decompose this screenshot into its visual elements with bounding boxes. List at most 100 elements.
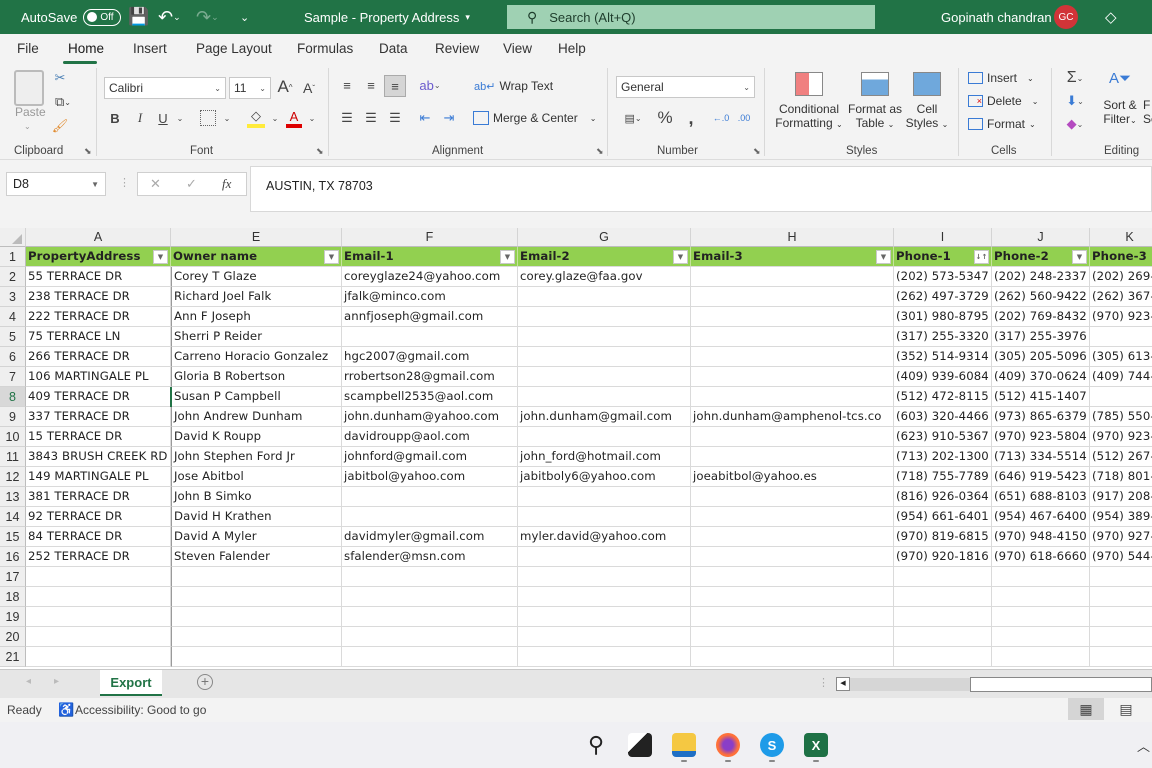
table-cell[interactable]: 381 TERRACE DR [26, 487, 171, 507]
table-cell[interactable]: (512) 415-1407 [992, 387, 1090, 407]
table-cell[interactable]: Sherri P Reider [171, 327, 342, 347]
row-header[interactable]: 15 [0, 527, 26, 547]
column-header-e[interactable]: E [171, 228, 342, 247]
table-cell[interactable]: john_ford@hotmail.com [518, 447, 691, 467]
table-cell[interactable] [691, 527, 894, 547]
column-header-h[interactable]: H [691, 228, 894, 247]
table-cell[interactable] [518, 507, 691, 527]
empty-cell[interactable] [691, 627, 894, 647]
empty-cell[interactable] [691, 607, 894, 627]
empty-cell[interactable] [894, 627, 992, 647]
avatar[interactable]: GC [1054, 5, 1078, 29]
table-cell[interactable]: davidroupp@aol.com [342, 427, 518, 447]
filter-dropdown-icon[interactable]: ▼ [673, 250, 688, 264]
horizontal-scrollbar-track[interactable] [850, 678, 970, 691]
row-header[interactable]: 12 [0, 467, 26, 487]
table-header-cell[interactable]: Phone-3 [1090, 247, 1152, 267]
table-cell[interactable]: Steven Falender [171, 547, 342, 567]
table-header-cell[interactable]: PropertyAddress ▼ [26, 247, 171, 267]
font-launcher-icon[interactable]: ⬊ [316, 146, 324, 157]
tab-data[interactable]: Data [379, 41, 408, 56]
tab-split-grip[interactable]: ⋮ [818, 676, 829, 689]
table-cell[interactable]: myler.david@yahoo.com [518, 527, 691, 547]
increase-decimal-icon[interactable]: ←.0 [711, 109, 731, 127]
paste-dropdown-icon[interactable]: ⌄ [24, 122, 31, 131]
table-header-cell[interactable]: Email-3 ▼ [691, 247, 894, 267]
table-cell[interactable] [691, 427, 894, 447]
row-header[interactable]: 5 [0, 327, 26, 347]
tab-view[interactable]: View [503, 41, 532, 56]
empty-cell[interactable] [1090, 607, 1152, 627]
row-header[interactable]: 18 [0, 587, 26, 607]
table-cell[interactable]: (202) 248-2337 [992, 267, 1090, 287]
insert-function-button[interactable]: fx [222, 176, 231, 192]
table-cell[interactable]: 266 TERRACE DR [26, 347, 171, 367]
increase-indent-icon[interactable]: ⇥ [441, 109, 457, 127]
column-header-a[interactable]: A [26, 228, 171, 247]
document-title[interactable]: Sample - Property Address ▾ [304, 0, 470, 34]
table-cell[interactable]: 106 MARTINGALE PL [26, 367, 171, 387]
row-header[interactable]: 10 [0, 427, 26, 447]
tab-insert[interactable]: Insert [133, 41, 167, 56]
table-header-cell[interactable]: Phone-1 ↓↑ [894, 247, 992, 267]
table-cell[interactable]: (816) 926-0364 [894, 487, 992, 507]
empty-cell[interactable] [171, 567, 342, 587]
table-cell[interactable]: 337 TERRACE DR [26, 407, 171, 427]
table-cell[interactable] [1090, 387, 1152, 407]
normal-view-icon[interactable]: ▦ [1068, 698, 1104, 720]
table-cell[interactable]: Gloria B Robertson [171, 367, 342, 387]
increase-font-icon[interactable]: A ^ [276, 76, 294, 98]
borders-dropdown-icon[interactable]: ⌄ [221, 109, 233, 127]
fill-icon[interactable]: ⬇ ⌄ [1062, 92, 1088, 110]
table-cell[interactable]: (970) 544- [1090, 547, 1152, 567]
table-cell[interactable]: (646) 919-5423 [992, 467, 1090, 487]
table-cell[interactable]: 55 TERRACE DR [26, 267, 171, 287]
table-cell[interactable]: 92 TERRACE DR [26, 507, 171, 527]
filter-dropdown-icon[interactable]: ▼ [324, 250, 339, 264]
empty-cell[interactable] [691, 647, 894, 667]
undo-icon[interactable]: ↶ ⌄ [158, 0, 181, 34]
excel-icon[interactable]: X [804, 733, 828, 757]
empty-cell[interactable] [518, 647, 691, 667]
row-header[interactable]: 4 [0, 307, 26, 327]
row-header[interactable]: 7 [0, 367, 26, 387]
row-header[interactable]: 8 [0, 387, 26, 407]
table-cell[interactable]: (352) 514-9314 [894, 347, 992, 367]
table-cell[interactable]: 238 TERRACE DR [26, 287, 171, 307]
conditional-formatting-button[interactable]: Conditional Formatting ⌄ [774, 72, 844, 130]
clear-icon[interactable]: ◆ ⌄ [1062, 115, 1088, 133]
decrease-indent-icon[interactable]: ⇤ [417, 109, 433, 127]
table-cell[interactable]: (973) 865-6379 [992, 407, 1090, 427]
table-cell[interactable] [518, 547, 691, 567]
empty-cell[interactable] [171, 627, 342, 647]
tab-help[interactable]: Help [558, 41, 586, 56]
empty-cell[interactable] [518, 567, 691, 587]
select-all-corner[interactable] [0, 228, 26, 247]
format-painter-icon[interactable]: 🖌 [52, 118, 69, 134]
table-cell[interactable]: (409) 939-6084 [894, 367, 992, 387]
tab-formulas[interactable]: Formulas [297, 41, 353, 56]
table-cell[interactable]: (305) 205-5096 [992, 347, 1090, 367]
table-cell[interactable]: (409) 744- [1090, 367, 1152, 387]
customize-qat-icon[interactable]: ⌄ [240, 0, 249, 34]
middle-align-icon[interactable]: ≡ [363, 76, 379, 94]
cell-styles-button[interactable]: Cell Styles ⌄ [904, 72, 950, 130]
empty-cell[interactable] [171, 587, 342, 607]
top-align-icon[interactable]: ≡ [339, 76, 355, 94]
bottom-align-icon[interactable]: ≡ [384, 75, 406, 97]
table-cell[interactable]: John Stephen Ford Jr [171, 447, 342, 467]
table-cell[interactable] [691, 347, 894, 367]
column-header-k[interactable]: K [1090, 228, 1152, 247]
filter-dropdown-icon[interactable]: ▼ [153, 250, 168, 264]
row-header[interactable]: 17 [0, 567, 26, 587]
table-cell[interactable]: (970) 920-1816 [894, 547, 992, 567]
empty-cell[interactable] [26, 567, 171, 587]
tab-review[interactable]: Review [435, 41, 479, 56]
table-cell[interactable] [691, 387, 894, 407]
scroll-left-button[interactable]: ◀ [836, 677, 850, 691]
diamond-icon[interactable]: ◇ [1105, 0, 1117, 34]
add-sheet-icon[interactable]: + [197, 674, 213, 690]
table-cell[interactable] [691, 287, 894, 307]
table-cell[interactable] [518, 327, 691, 347]
row-header[interactable]: 1 [0, 247, 26, 267]
